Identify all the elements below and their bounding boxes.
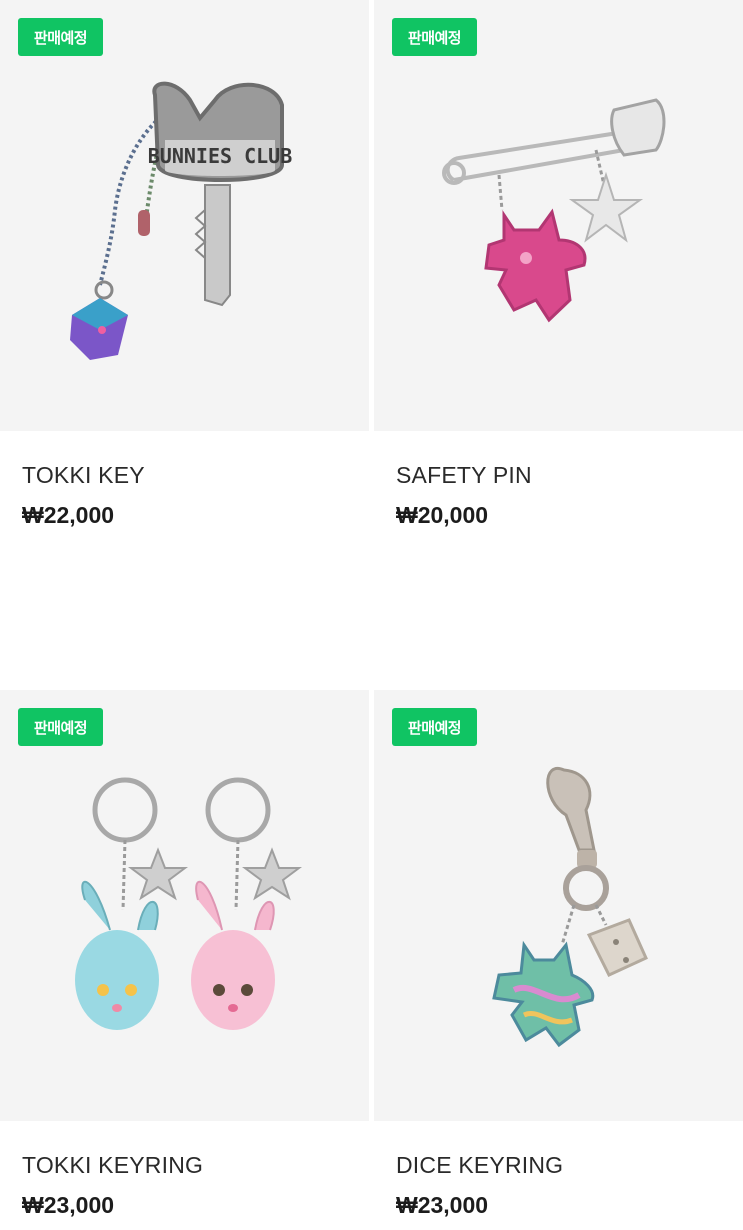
product-image[interactable]: 판매예정 <box>374 0 743 431</box>
dice-keyring-illustration <box>492 766 648 1048</box>
product-price: ₩20,000 <box>396 502 489 528</box>
product-price: ₩22,000 <box>22 502 115 528</box>
status-badge: 판매예정 <box>18 18 103 56</box>
tokki-keyring-illustration <box>75 777 302 1030</box>
product-price: ₩23,000 <box>22 1192 115 1218</box>
product-card-tokki-keyring[interactable]: 판매예정 TOKKI KEYRING ₩23,000 <box>0 690 369 1230</box>
product-name[interactable]: DICE KEYRING <box>396 1152 563 1179</box>
product-image[interactable]: 판매예정 <box>374 690 743 1121</box>
tokki-key-illustration: BUNNIES CLUB <box>70 81 293 360</box>
product-name[interactable]: TOKKI KEY <box>22 462 145 489</box>
status-badge: 판매예정 <box>392 708 477 746</box>
product-card-dice-keyring[interactable]: 판매예정 DICE KEYRING ₩23,000 <box>374 690 743 1230</box>
key-brand-text: BUNNIES CLUB <box>148 144 293 168</box>
product-image[interactable]: BUNNIES CLUB 판매예정 <box>0 0 369 431</box>
product-card-tokki-key[interactable]: BUNNIES CLUB 판매예정 TOKKI KEY ₩22,000 <box>0 0 369 560</box>
product-name[interactable]: TOKKI KEYRING <box>22 1152 203 1179</box>
safety-pin-illustration <box>442 98 666 323</box>
status-badge: 판매예정 <box>18 708 103 746</box>
product-card-safety-pin[interactable]: 판매예정 SAFETY PIN ₩20,000 <box>374 0 743 560</box>
status-badge: 판매예정 <box>392 18 477 56</box>
product-image[interactable]: 판매예정 <box>0 690 369 1121</box>
product-price: ₩23,000 <box>396 1192 489 1218</box>
product-name[interactable]: SAFETY PIN <box>396 462 532 489</box>
